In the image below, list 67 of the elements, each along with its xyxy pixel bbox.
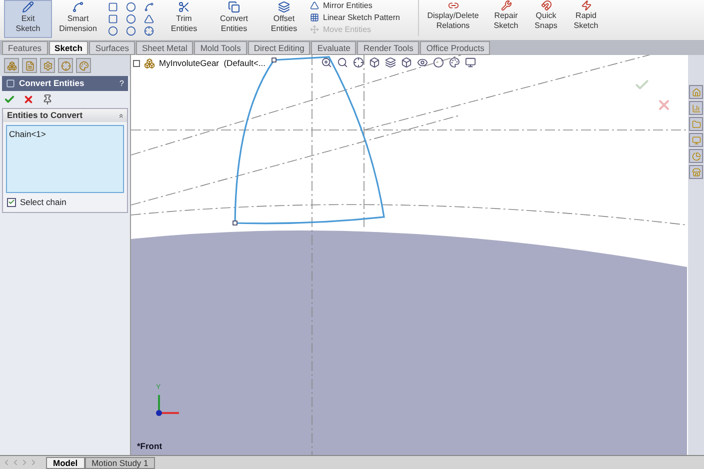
model-tab[interactable]: Model (46, 456, 85, 468)
expand-icon[interactable] (133, 60, 140, 67)
ribbon-button[interactable]: Offset Entities (260, 0, 308, 38)
ribbon-tab[interactable]: Office Products (420, 41, 490, 55)
tool-icon (500, 0, 512, 11)
sketch-tool-icon[interactable] (144, 26, 154, 36)
view-tool-icon[interactable] (369, 57, 380, 68)
tool-icon (310, 25, 319, 34)
view-tool-icon[interactable] (353, 57, 364, 68)
part-icon[interactable] (144, 58, 155, 69)
ribbon-button[interactable]: Exit Sketch (4, 0, 52, 38)
panel-tab-icon[interactable] (4, 58, 19, 73)
section-title: Entities to Convert (7, 109, 84, 122)
sketch-tool-icon[interactable] (144, 2, 154, 12)
ribbon-tab[interactable]: Sketch (48, 41, 88, 55)
list-item[interactable]: Chain<1> (9, 128, 121, 141)
panel-tab-icon[interactable] (22, 58, 37, 73)
view-tool-icon[interactable] (465, 57, 476, 68)
ribbon-tab[interactable]: Evaluate (311, 41, 356, 55)
ribbon-button[interactable]: Convert Entities (210, 0, 258, 38)
panel-tab-icon[interactable] (40, 58, 55, 73)
tool-icon (580, 0, 592, 11)
panel-tab-icon[interactable] (76, 58, 91, 73)
ribbon-tab[interactable]: Mold Tools (194, 41, 247, 55)
panel-title: Convert Entities (19, 77, 86, 90)
tool-icon (22, 1, 34, 13)
cancel-icon[interactable] (23, 94, 34, 105)
tool-icon (72, 1, 84, 13)
ribbon-button[interactable]: Smart Dimension (54, 0, 102, 38)
view-tool-icon[interactable] (401, 57, 412, 68)
tool-icon (178, 1, 190, 13)
ribbon-button[interactable]: Display/Delete Relations (421, 0, 485, 38)
view-name: *Front (137, 440, 162, 453)
ribbon-button[interactable]: Rapid Sketch (567, 0, 605, 38)
view-tool-icon[interactable] (337, 57, 348, 68)
selection-list[interactable]: Chain<1> (6, 125, 124, 193)
checkbox-label: Select chain (20, 196, 66, 209)
ribbon-tab[interactable]: Direct Editing (248, 41, 310, 55)
pin-icon[interactable] (42, 94, 53, 105)
ribbon-tab[interactable]: Render Tools (357, 41, 420, 55)
checkbox[interactable] (7, 198, 16, 207)
model-tab[interactable]: Motion Study 1 (84, 456, 156, 468)
help-button[interactable]: ? (120, 78, 124, 90)
tool-icon (310, 1, 319, 10)
view-tool-icon[interactable] (417, 57, 428, 68)
ribbon-tab[interactable]: Surfaces (89, 41, 135, 55)
tool-icon (228, 1, 240, 13)
ribbon-button[interactable]: Trim Entities (160, 0, 208, 38)
view-tool-icon[interactable] (385, 57, 396, 68)
ribbon-button[interactable]: Repair Sketch (487, 0, 525, 38)
ribbon-button[interactable]: Quick Snaps (527, 0, 565, 38)
list-tool-button[interactable]: Linear Sketch Pattern (310, 12, 416, 23)
view-tool-icon[interactable] (449, 57, 460, 68)
tool-icon (540, 0, 552, 11)
ribbon-tab[interactable]: Features (2, 41, 48, 55)
ribbon-tab[interactable]: Sheet Metal (136, 41, 194, 55)
ok-icon[interactable] (4, 94, 15, 105)
tool-icon (278, 1, 290, 13)
collapse-button[interactable]: « (114, 113, 127, 118)
list-tool-button[interactable]: Mirror Entities (310, 0, 416, 11)
tool-icon (310, 13, 319, 22)
axis-triad-drawing (156, 395, 179, 416)
panel-tab-icon[interactable] (58, 58, 73, 73)
view-tool-icon[interactable] (433, 57, 444, 68)
feature-tree-item[interactable]: MyInvoluteGear (Default<... (159, 57, 266, 70)
tool-icon (448, 0, 458, 11)
view-tool-icon[interactable] (321, 57, 332, 68)
